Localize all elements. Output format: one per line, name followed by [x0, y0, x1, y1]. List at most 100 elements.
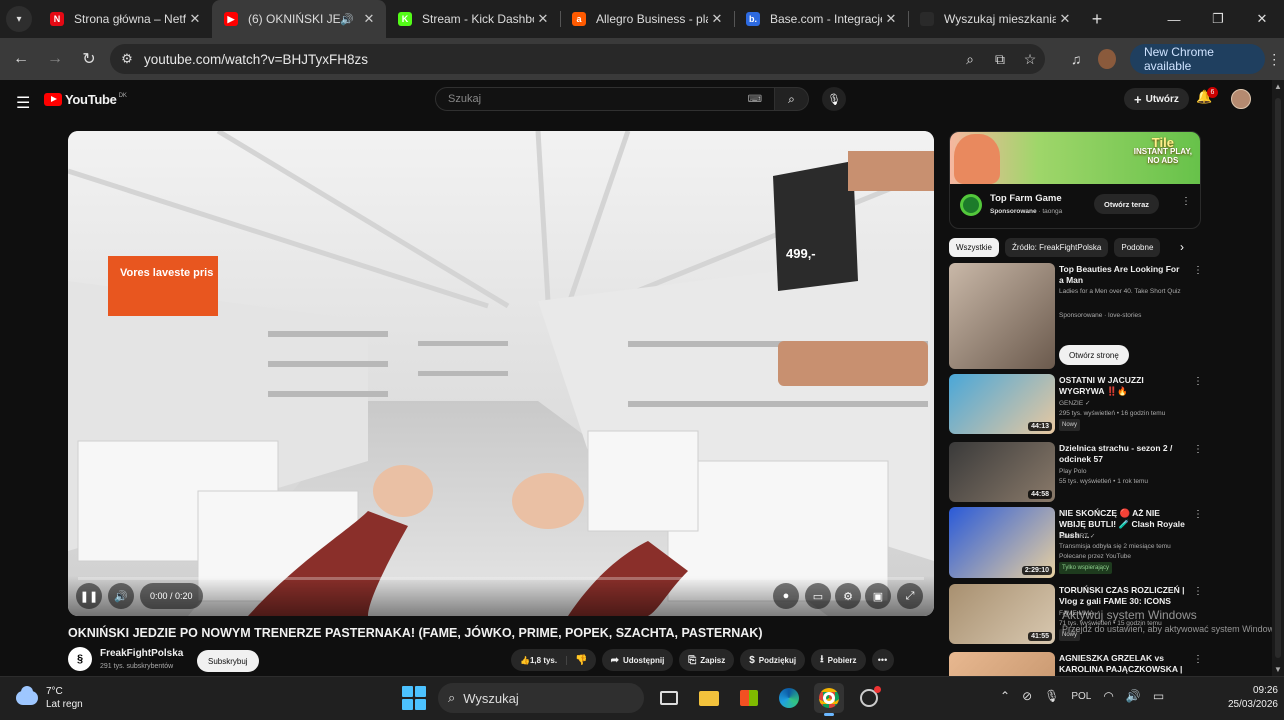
create-button[interactable]: + Utwórz: [1124, 88, 1189, 110]
autoplay-toggle[interactable]: ●: [773, 583, 799, 609]
close-window-icon[interactable]: ✕: [1240, 0, 1284, 38]
media-controls-icon[interactable]: ♫: [1062, 51, 1090, 67]
tab-close-icon[interactable]: ✕: [534, 11, 552, 27]
more-vertical-icon[interactable]: ⋮: [1193, 509, 1203, 520]
chevron-up-icon[interactable]: ⌃: [1000, 689, 1010, 703]
video-thumbnail[interactable]: 2:29:10: [949, 507, 1055, 578]
volume-button[interactable]: 🔊: [108, 583, 134, 609]
ad-title[interactable]: Top Farm Game: [990, 193, 1062, 204]
recommendation-item[interactable]: 44:13 OSTATNI W JACUZZI WYGRYWA ‼️🔥 GENZIE…: [949, 374, 1203, 434]
cast-icon[interactable]: ⧉: [985, 51, 1015, 68]
download-button[interactable]: ⭳ Pobierz: [811, 649, 866, 671]
recommendation-title[interactable]: AGNIESZKA GRZELAK vs KAROLINA PAJĄCZKOWS…: [1059, 653, 1185, 676]
channel-name[interactable]: FreakFightPolska: [100, 648, 183, 659]
browser-tab[interactable]: a Allegro Business - pla ✕: [560, 0, 734, 38]
recommendation-item[interactable]: Top Beauties Are Looking For a Man Ladies…: [949, 263, 1203, 369]
back-icon[interactable]: ←: [4, 50, 38, 68]
game-app-icon[interactable]: [854, 683, 884, 713]
progress-bar[interactable]: [78, 577, 924, 580]
settings-button[interactable]: ⚙: [835, 583, 861, 609]
recommendation-title[interactable]: Dzielnica strachu - sezon 2 / odcinek 57: [1059, 443, 1185, 465]
video-thumbnail[interactable]: [949, 263, 1055, 369]
chrome-menu-icon[interactable]: ⋮: [1265, 51, 1284, 68]
search-button[interactable]: ⌕: [775, 87, 809, 111]
weather-widget[interactable]: 7°C Lat regn: [16, 685, 83, 711]
tab-close-icon[interactable]: ✕: [882, 11, 900, 27]
channel-avatar[interactable]: §: [68, 647, 92, 671]
chevron-right-icon[interactable]: ›: [1180, 240, 1184, 254]
sidebar-ad[interactable]: Tile INSTANT PLAY, NO ADS Top Farm Game …: [949, 131, 1201, 229]
browser-tab[interactable]: N Strona główna – Netfl ✕: [38, 0, 212, 38]
more-vertical-icon[interactable]: ⋮: [1193, 376, 1203, 387]
wifi-icon[interactable]: ◠: [1103, 689, 1113, 703]
url-text[interactable]: youtube.com/watch?v=BHJTyxFH8zs: [144, 52, 955, 67]
page-scrollbar[interactable]: ▲ ▼: [1272, 80, 1284, 676]
ad-cta-button[interactable]: Otwórz teraz: [1094, 194, 1160, 214]
zoom-icon[interactable]: ⌕: [955, 51, 985, 68]
open-site-button[interactable]: Otwórz stronę: [1059, 345, 1129, 365]
battery-icon[interactable]: ▭: [1153, 689, 1164, 703]
scroll-down-icon[interactable]: ▼: [1274, 665, 1282, 674]
browser-tab[interactable]: b. Base.com - Integracje ✕: [734, 0, 908, 38]
subscribe-button[interactable]: Subskrybuj: [197, 650, 259, 672]
pause-button[interactable]: ❚❚: [76, 583, 102, 609]
tab-close-icon[interactable]: ✕: [360, 11, 378, 27]
scrollbar-thumb[interactable]: [1275, 98, 1281, 658]
mic-tray-icon[interactable]: 🎙: [1044, 689, 1059, 703]
tab-audio-icon[interactable]: 🔊: [340, 13, 354, 26]
reload-icon[interactable]: ↻: [72, 49, 106, 69]
save-button[interactable]: ⎘ Zapisz: [679, 649, 735, 671]
profile-avatar[interactable]: [1098, 49, 1116, 69]
bookmark-star-icon[interactable]: ☆: [1015, 51, 1045, 68]
youtube-logo[interactable]: YouTube DK: [44, 92, 127, 107]
new-tab-button[interactable]: +: [1082, 9, 1112, 30]
keyboard-icon[interactable]: ⌨: [748, 94, 762, 105]
edge-icon[interactable]: [774, 683, 804, 713]
video-thumbnail[interactable]: [949, 652, 1055, 676]
scroll-up-icon[interactable]: ▲: [1274, 82, 1282, 91]
tab-close-icon[interactable]: ✕: [186, 11, 204, 27]
file-explorer-icon[interactable]: [694, 683, 724, 713]
site-info-icon[interactable]: ⚙: [110, 51, 144, 67]
taskbar-search[interactable]: ⌕ Wyszukaj: [438, 683, 644, 713]
more-actions-button[interactable]: •••: [871, 649, 894, 671]
recommendation-title[interactable]: OSTATNI W JACUZZI WYGRYWA ‼️🔥: [1059, 375, 1185, 397]
video-thumbnail[interactable]: 44:13: [949, 374, 1055, 434]
ad-banner[interactable]: Tile INSTANT PLAY, NO ADS: [950, 132, 1200, 184]
network-off-icon[interactable]: ⊘: [1022, 689, 1032, 703]
more-vertical-icon[interactable]: ⋮: [1193, 265, 1203, 276]
like-button[interactable]: 👍 1,8 tys.: [511, 655, 568, 665]
share-button[interactable]: ➦ Udostępnij: [601, 649, 674, 671]
new-chrome-available-button[interactable]: New Chrome available: [1129, 44, 1265, 74]
recommendation-item[interactable]: 2:29:10 NIE SKOŃCZĘ 🔴 AŻ NIE WBIJĘ BUTLI!…: [949, 507, 1203, 578]
filter-chip[interactable]: Podobne: [1114, 238, 1161, 257]
ms-store-icon[interactable]: [734, 683, 764, 713]
recommendation-title[interactable]: TORUŃSKI CZAS ROZLICZEŃ | Vlog z gali FA…: [1059, 585, 1185, 607]
video-player[interactable]: Vores laveste pris 499,- ❚❚ 🔊 0:00 / 0:2…: [68, 131, 934, 616]
address-bar[interactable]: ⚙ youtube.com/watch?v=BHJTyxFH8zs ⌕ ⧉ ☆: [110, 44, 1045, 74]
browser-tab[interactable]: ▶ (6) OKNIŃSKI JEDZ🔊 ✕: [212, 0, 386, 38]
tab-close-icon[interactable]: ✕: [708, 11, 726, 27]
search-input[interactable]: Szukaj ⌨: [435, 87, 775, 111]
minimize-icon[interactable]: —: [1152, 0, 1196, 38]
browser-tab[interactable]: K Stream - Kick Dashbo ✕: [386, 0, 560, 38]
filter-chip[interactable]: Wszystkie: [949, 238, 999, 257]
recommendation-item[interactable]: 44:58 Dzielnica strachu - sezon 2 / odcin…: [949, 442, 1203, 502]
volume-tray-icon[interactable]: 🔊: [1126, 689, 1141, 703]
account-avatar[interactable]: [1231, 89, 1251, 109]
tab-search-button[interactable]: ▾: [6, 6, 32, 32]
menu-icon[interactable]: ☰: [16, 93, 30, 113]
more-vertical-icon[interactable]: ⋮: [1193, 586, 1203, 597]
task-view-icon[interactable]: [654, 683, 684, 713]
more-vertical-icon[interactable]: ⋮: [1193, 654, 1203, 665]
forward-icon[interactable]: →: [38, 50, 72, 68]
start-button[interactable]: [400, 684, 428, 712]
tab-close-icon[interactable]: ✕: [1056, 11, 1074, 27]
system-clock[interactable]: 09:26 25/03/2026: [1228, 684, 1278, 712]
language-indicator[interactable]: POL: [1071, 691, 1091, 702]
more-vertical-icon[interactable]: ⋮: [1193, 444, 1203, 455]
miniplayer-button[interactable]: ▣: [865, 583, 891, 609]
subtitles-button[interactable]: ▭: [805, 583, 831, 609]
dislike-button[interactable]: 👎: [567, 655, 595, 666]
recommendation-item[interactable]: AGNIESZKA GRZELAK vs KAROLINA PAJĄCZKOWS…: [949, 652, 1203, 676]
